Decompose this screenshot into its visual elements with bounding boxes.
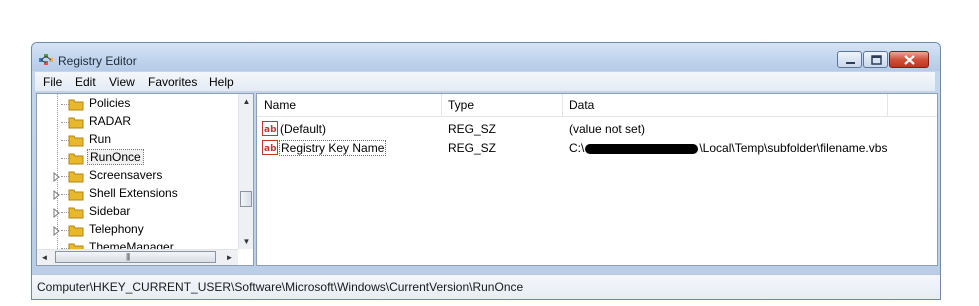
value-type: REG_SZ xyxy=(448,122,497,136)
scroll-up-arrow-icon[interactable]: ▲ xyxy=(239,94,253,109)
folder-icon xyxy=(68,186,84,202)
tree-item-screensavers[interactable]: Screensavers xyxy=(37,167,237,185)
title-bar[interactable]: Registry Editor xyxy=(32,43,940,71)
column-header-data[interactable]: Data xyxy=(569,98,594,112)
expand-arrow-icon[interactable] xyxy=(53,171,61,183)
value-type: REG_SZ xyxy=(448,141,497,155)
status-bar: Computer\HKEY_CURRENT_USER\Software\Micr… xyxy=(32,274,940,299)
svg-text:ab: ab xyxy=(264,125,277,135)
value-name: Registry Key Name xyxy=(279,140,387,156)
minimize-button[interactable] xyxy=(837,51,862,68)
column-header-name[interactable]: Name xyxy=(264,98,296,112)
tree-item-label: Screensavers xyxy=(89,168,163,182)
folder-icon xyxy=(68,132,84,148)
folder-icon xyxy=(68,114,84,130)
column-divider[interactable] xyxy=(887,94,888,116)
key-tree-pane[interactable]: Policies RADAR Run RunOnce Screensavers xyxy=(36,93,254,266)
redaction-mark xyxy=(585,143,699,154)
menu-bar: File Edit View Favorites Help xyxy=(35,72,935,92)
folder-icon xyxy=(68,150,84,166)
tree-horizontal-scrollbar[interactable]: ◄ ||| ► xyxy=(37,249,238,265)
value-row-registry-key-name[interactable]: ab Registry Key Name REG_SZ C:\ \Local\Te… xyxy=(257,139,937,157)
values-list-pane[interactable]: Name Type Data ab (Default) REG_SZ (valu… xyxy=(256,93,938,266)
tree-item-label: Run xyxy=(89,132,112,146)
window-title: Registry Editor xyxy=(58,54,137,68)
tree-item-shell-extensions[interactable]: Shell Extensions xyxy=(37,185,237,203)
string-value-icon: ab xyxy=(262,121,278,136)
tree-item-label: RADAR xyxy=(89,114,132,128)
registry-editor-icon xyxy=(38,52,54,68)
menu-favorites[interactable]: Favorites xyxy=(148,75,197,89)
column-header-type[interactable]: Type xyxy=(448,98,474,112)
folder-icon xyxy=(68,168,84,184)
tree-item-radar[interactable]: RADAR xyxy=(37,113,237,131)
value-data-prefix: C:\ xyxy=(569,141,585,155)
maximize-button[interactable] xyxy=(863,51,888,68)
folder-icon xyxy=(68,96,84,112)
grip-icon: ||| xyxy=(126,252,130,261)
tree-item-label: Telephony xyxy=(89,222,144,236)
column-divider[interactable] xyxy=(562,94,563,116)
menu-file[interactable]: File xyxy=(43,75,62,89)
registry-editor-window: Registry Editor File Edit View Favorites… xyxy=(31,42,941,300)
folder-icon xyxy=(68,204,84,220)
scrollbar-thumb[interactable]: ||| xyxy=(55,251,216,263)
column-divider[interactable] xyxy=(441,94,442,116)
menu-view[interactable]: View xyxy=(109,75,135,89)
folder-icon xyxy=(68,222,84,238)
close-button[interactable] xyxy=(889,51,929,68)
value-name: (Default) xyxy=(280,122,327,136)
menu-edit[interactable]: Edit xyxy=(75,75,96,89)
registry-path: Computer\HKEY_CURRENT_USER\Software\Micr… xyxy=(37,280,524,294)
tree-vertical-scrollbar[interactable]: ▲ ▼ xyxy=(238,94,253,249)
tree-item-run[interactable]: Run xyxy=(37,131,237,149)
string-value-icon: ab xyxy=(262,140,278,155)
value-data-suffix: \Local\Temp\subfolder\filename.vbs xyxy=(699,141,888,155)
menu-help[interactable]: Help xyxy=(209,75,234,89)
expand-arrow-icon[interactable] xyxy=(53,189,61,201)
tree-item-telephony[interactable]: Telephony xyxy=(37,221,237,239)
value-data: C:\ \Local\Temp\subfolder\filename.vbs xyxy=(569,141,887,155)
tree-item-label: RunOnce xyxy=(87,149,144,165)
tree-item-label: Policies xyxy=(89,96,131,110)
tree-item-policies[interactable]: Policies xyxy=(37,95,237,113)
value-data: (value not set) xyxy=(569,122,646,136)
svg-text:ab: ab xyxy=(264,144,277,154)
scroll-left-arrow-icon[interactable]: ◄ xyxy=(37,250,52,265)
expand-arrow-icon[interactable] xyxy=(53,207,61,219)
scrollbar-thumb[interactable] xyxy=(240,191,252,207)
scroll-down-arrow-icon[interactable]: ▼ xyxy=(239,234,253,249)
scroll-right-arrow-icon[interactable]: ► xyxy=(222,250,237,265)
list-header: Name Type Data xyxy=(257,94,937,117)
value-row-default[interactable]: ab (Default) REG_SZ (value not set) xyxy=(257,120,937,138)
tree-item-label: Shell Extensions xyxy=(89,186,178,200)
tree-item-label: Sidebar xyxy=(89,204,131,218)
expand-arrow-icon[interactable] xyxy=(53,225,61,237)
tree-item-runonce[interactable]: RunOnce xyxy=(37,149,237,167)
tree-item-sidebar[interactable]: Sidebar xyxy=(37,203,237,221)
